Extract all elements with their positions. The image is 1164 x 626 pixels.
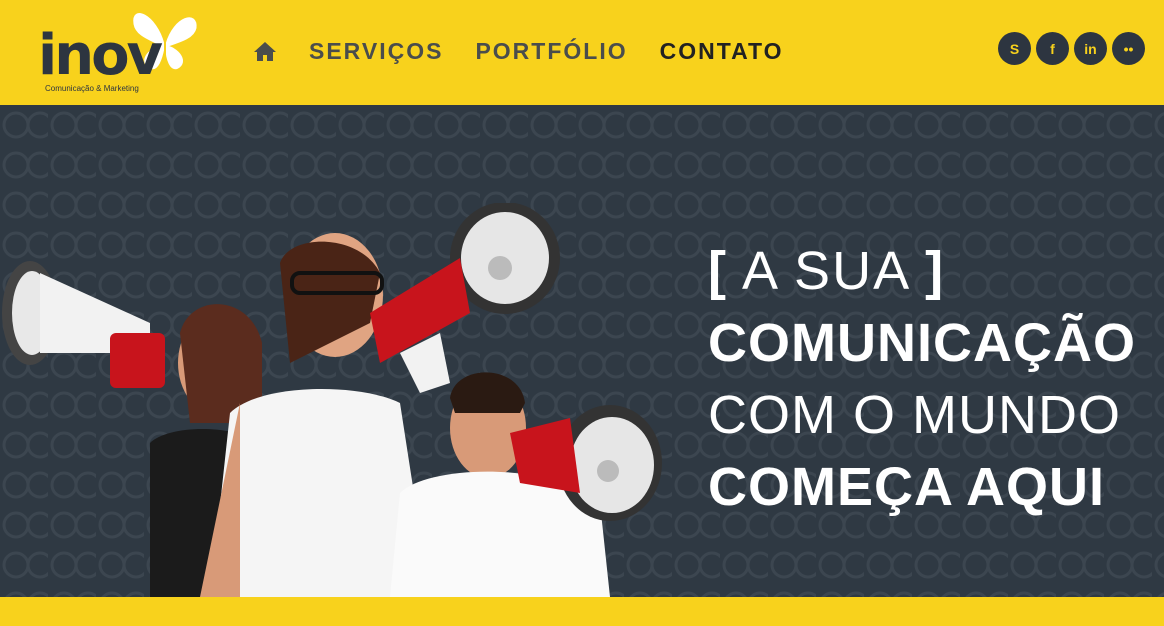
people-with-megaphones-image [2,203,662,597]
skype-icon[interactable]: S [998,32,1031,65]
logo-tagline: Comunicação & Marketing [45,84,139,93]
bracket-close: ] [925,241,946,301]
flickr-icon[interactable]: •• [1112,32,1145,65]
home-icon[interactable] [253,40,277,62]
brand-logo[interactable]: inov Comunicação & Marketing [38,4,208,96]
headline-line-2: COMUNICAÇÃO [708,313,1136,373]
site-header: inov Comunicação & Marketing SERVIÇOS PO… [0,0,1164,105]
headline-line-1: [ A SUA ] [708,235,1136,307]
nav-item-contato[interactable]: CONTATO [660,34,784,68]
nav-item-servicos[interactable]: SERVIÇOS [309,34,443,68]
logo-wordmark: inov [38,23,163,88]
hero-banner: [ A SUA ] COMUNICAÇÃO COM O MUNDO COMEÇA… [0,105,1164,597]
facebook-icon[interactable]: f [1036,32,1069,65]
main-nav: SERVIÇOS PORTFÓLIO CONTATO [253,34,816,68]
headline-line-4: COMEÇA AQUI [708,457,1105,517]
bracket-open: [ [708,241,728,301]
nav-item-portfolio[interactable]: PORTFÓLIO [475,34,627,68]
hero-headline: [ A SUA ] COMUNICAÇÃO COM O MUNDO COMEÇA… [708,235,1136,523]
social-links: S f in •• [998,32,1150,65]
headline-a-sua: A SUA [727,241,926,301]
linkedin-icon[interactable]: in [1074,32,1107,65]
bottom-band [0,597,1164,626]
headline-line-3: COM O MUNDO [708,385,1121,445]
